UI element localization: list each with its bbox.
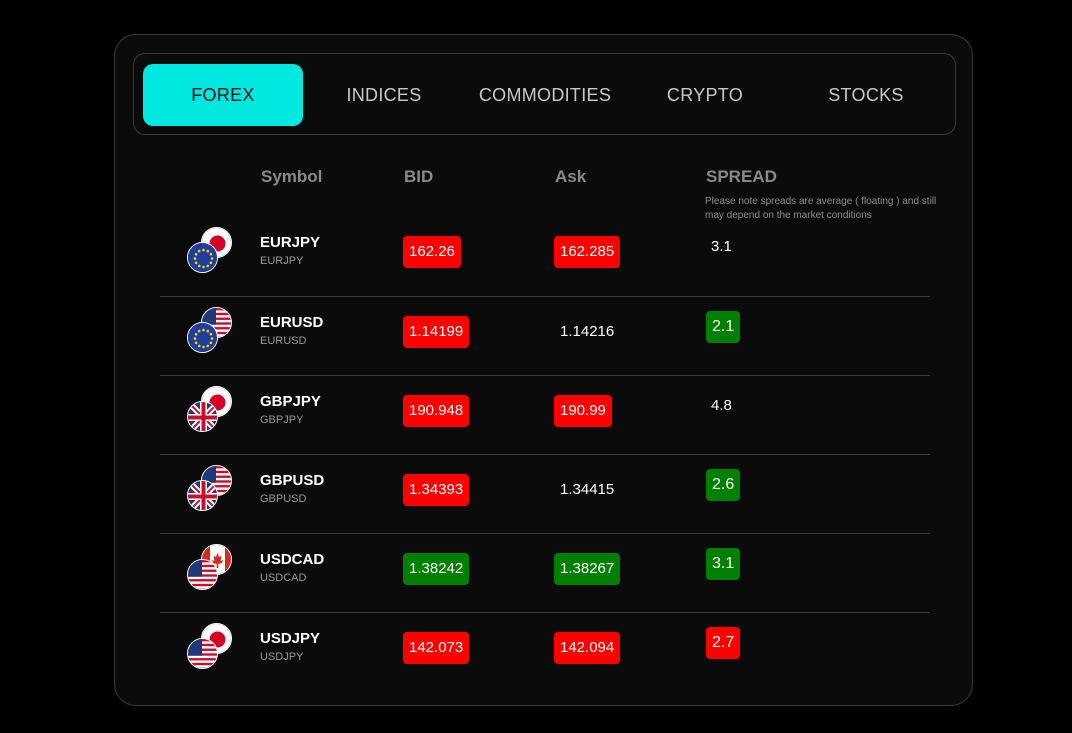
bid-value: 162.26 (403, 236, 461, 268)
spread-value: 4.8 (711, 397, 732, 414)
header-spread: SPREAD (706, 167, 777, 186)
ask-value: 190.99 (554, 395, 612, 427)
table-row[interactable]: EURUSD EURUSD 1.14199 1.14216 2.1 (160, 296, 930, 375)
spread-value: 2.7 (706, 627, 741, 659)
uk-flag-icon (187, 401, 218, 432)
ask-value: 1.14216 (560, 323, 615, 340)
symbol-name: EURUSD (260, 314, 324, 331)
pair-flags (187, 544, 237, 594)
header-bid: BID (404, 167, 434, 186)
table-row[interactable]: GBPJPY GBPJPY 190.948 190.99 4.8 (160, 375, 930, 454)
table-row[interactable]: GBPUSD GBPUSD 1.34393 1.34415 2.6 (160, 454, 930, 533)
table-row[interactable]: USDJPY USDJPY 142.073 142.094 2.7 (160, 612, 930, 691)
bid-value: 1.14199 (403, 316, 470, 348)
tab-forex[interactable]: FOREX (143, 64, 303, 126)
pair-flags (187, 465, 237, 515)
spread-value: 2.1 (706, 311, 741, 343)
symbol-name: GBPJPY (260, 393, 321, 410)
symbol-subtitle: GBPUSD (260, 493, 307, 505)
bid-value: 1.34393 (403, 474, 470, 506)
table-row[interactable]: EURJPY EURJPY 162.26 162.285 3.1 (160, 217, 930, 295)
pair-flags (187, 307, 237, 357)
pair-flags (187, 386, 237, 436)
eu-flag-icon (187, 322, 218, 353)
bid-value: 1.38242 (403, 553, 470, 585)
bid-value: 190.948 (403, 395, 470, 427)
symbol-subtitle: GBPJPY (260, 414, 304, 426)
tab-stocks[interactable]: STOCKS (786, 64, 946, 126)
symbol-subtitle: EURJPY (260, 255, 304, 267)
ask-value: 1.38267 (554, 553, 621, 585)
uk-flag-icon (187, 480, 218, 511)
tab-indices[interactable]: INDICES (304, 64, 464, 126)
header-ask: Ask (555, 167, 587, 186)
header-symbol: Symbol (261, 167, 323, 186)
market-tabs: FOREX INDICES COMMODITIES CRYPTO STOCKS (133, 53, 956, 135)
table-row[interactable]: USDCAD USDCAD 1.38242 1.38267 3.1 (160, 533, 930, 612)
pair-flags (187, 623, 237, 673)
ask-value: 142.094 (554, 632, 621, 664)
pair-flags (187, 227, 237, 277)
symbol-name: USDJPY (260, 630, 321, 647)
bid-value: 142.073 (403, 632, 470, 664)
symbol-name: EURJPY (260, 234, 321, 251)
symbol-name: USDCAD (260, 551, 325, 568)
spread-value: 3.1 (711, 238, 732, 255)
spread-value: 2.6 (706, 469, 741, 501)
quotes-panel: FOREX INDICES COMMODITIES CRYPTO STOCKS … (114, 34, 973, 706)
usa-flag-icon (187, 559, 218, 590)
tab-crypto[interactable]: CRYPTO (625, 64, 785, 126)
ask-value: 1.34415 (560, 481, 615, 498)
usa-flag-icon (187, 638, 218, 669)
symbol-subtitle: USDJPY (260, 651, 304, 663)
symbol-name: GBPUSD (260, 472, 325, 489)
ask-value: 162.285 (554, 236, 621, 268)
symbol-subtitle: USDCAD (260, 572, 307, 584)
spread-value: 3.1 (706, 548, 741, 580)
symbol-subtitle: EURUSD (260, 335, 307, 347)
tab-commodities[interactable]: COMMODITIES (465, 64, 625, 126)
eu-flag-icon (187, 242, 218, 273)
